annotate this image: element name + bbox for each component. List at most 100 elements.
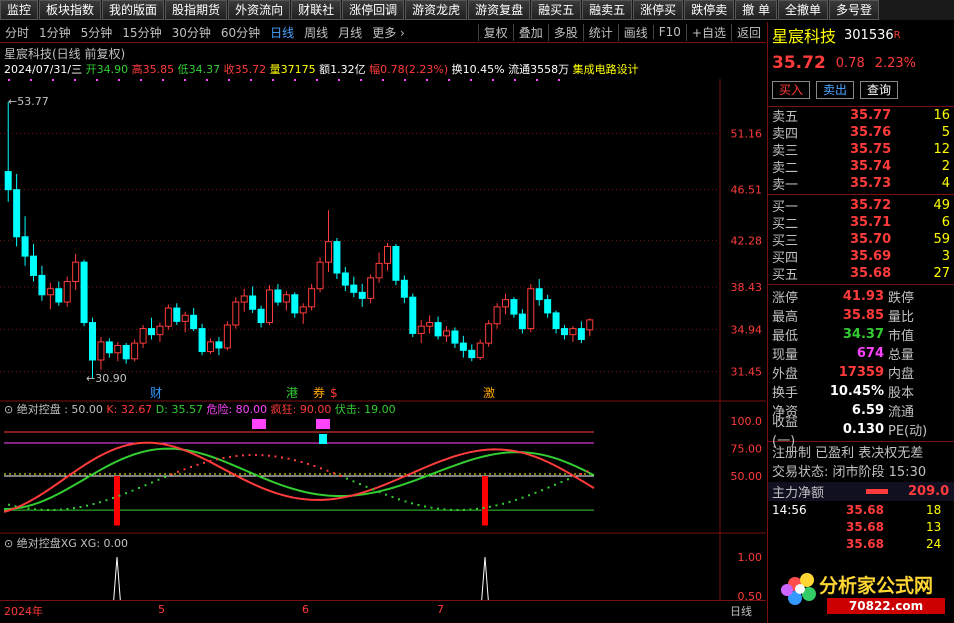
trend-dot	[437, 507, 439, 510]
period-tab-5[interactable]: 60分钟	[216, 24, 265, 41]
query-button[interactable]: 查询	[860, 81, 898, 99]
marker-dot	[558, 79, 560, 81]
stat-label-secondary: 量比	[888, 310, 915, 325]
turnover-value: 10.45%	[462, 63, 505, 76]
marker-dot	[316, 79, 318, 81]
candle-body	[282, 294, 290, 303]
candle-body	[215, 341, 223, 349]
toolbar-button-4[interactable]: 外资流向	[228, 0, 291, 20]
toolbar-button-2[interactable]: 我的版面	[102, 0, 165, 20]
toolbar-button-9[interactable]: 融买五	[531, 0, 582, 20]
candle-body	[46, 288, 54, 296]
trend-dot	[209, 459, 212, 462]
trend-dot	[242, 454, 244, 457]
trend-dot	[495, 504, 498, 507]
trend-dot	[203, 461, 205, 464]
ask-row[interactable]: 卖四 35.76 5	[768, 124, 954, 142]
toolbar-button-8[interactable]: 游资复盘	[468, 0, 531, 20]
chart-tool-3[interactable]: 统计	[582, 23, 618, 41]
event-marker: $	[330, 386, 338, 400]
period-tab-4[interactable]: 30分钟	[167, 24, 216, 41]
trend-dot	[378, 491, 381, 494]
trend-dot	[164, 476, 166, 479]
amount-value: 1.32亿	[330, 63, 366, 76]
toolbar-button-10[interactable]: 融卖五	[582, 0, 633, 20]
toolbar-button-3[interactable]: 股指期货	[165, 0, 228, 20]
chart-tool-0[interactable]: 复权	[477, 23, 513, 41]
toolbar-button-12[interactable]: 跌停卖	[684, 0, 735, 20]
period-tab-6[interactable]: 日线	[265, 24, 299, 41]
period-tab-8[interactable]: 月线	[333, 24, 367, 41]
bid-row[interactable]: 买四 35.69 3	[768, 248, 954, 266]
chart-tool-1[interactable]: 叠加	[512, 23, 548, 41]
candle-body	[459, 342, 467, 351]
trend-dot	[196, 463, 199, 466]
ask-row[interactable]: 卖一 35.73 4	[768, 175, 954, 193]
stat-label-secondary: 内盘	[888, 367, 915, 382]
chart-tool-5[interactable]: F10	[652, 25, 686, 39]
stat-value: 41.93	[842, 289, 884, 304]
candlestick-chart[interactable]: 51.16 46.51 42.28 38.43 34.94 31.45 ←53.77 ←30.…	[0, 79, 766, 601]
marker-dot	[492, 79, 494, 81]
toolbar-button-13[interactable]: 撤 单	[735, 0, 778, 20]
event-marker: 激	[483, 386, 495, 400]
toolbar-button-5[interactable]: 财联社	[291, 0, 342, 20]
period-tab-0[interactable]: 分时	[0, 24, 34, 41]
stat-label-secondary: 总量	[888, 348, 915, 363]
stat-label-secondary: 市值	[888, 329, 915, 344]
trend-dot	[476, 507, 478, 510]
chart-tool-6[interactable]: +自选	[685, 23, 731, 41]
trend-dot	[326, 469, 329, 472]
main-flow-label: 主力净额	[772, 486, 825, 501]
bid-row[interactable]: 买五 35.68 27	[768, 265, 954, 283]
price-change-pct: 2.23%	[874, 55, 917, 71]
bid-row[interactable]: 买一 35.72 49	[768, 197, 954, 215]
toolbar-button-14[interactable]: 全撤单	[778, 0, 829, 20]
ask-price: 35.76	[850, 125, 892, 140]
main-flow-value: 209.0	[908, 484, 950, 499]
period-tab-3[interactable]: 15分钟	[117, 24, 166, 41]
ask-volume: 16	[933, 108, 950, 123]
period-tab-7[interactable]: 周线	[299, 24, 333, 41]
trend-dot	[560, 481, 563, 484]
price-tick-label: 38.43	[731, 281, 763, 294]
tick-volume: 18	[926, 502, 942, 517]
trend-dot	[573, 475, 576, 478]
tick-volume: 13	[926, 519, 942, 534]
marker-dot	[536, 79, 538, 81]
trend-dot	[404, 500, 407, 503]
marker-dot	[162, 79, 164, 81]
trend-dot	[183, 468, 186, 471]
marker-dot	[206, 79, 208, 81]
period-tab-2[interactable]: 5分钟	[76, 24, 118, 41]
candle-body	[63, 280, 71, 303]
toolbar-button-0[interactable]: 监控	[0, 0, 39, 20]
bid-row[interactable]: 买三 35.70 59	[768, 231, 954, 249]
ask-row[interactable]: 卖五 35.77 16	[768, 107, 954, 125]
marker-dot	[294, 79, 296, 81]
buy-button[interactable]: 买入	[772, 81, 810, 99]
chart-tool-7[interactable]: 返回	[730, 23, 766, 41]
chart-tool-4[interactable]: 画线	[617, 23, 653, 41]
ask-price: 35.75	[850, 142, 892, 157]
stock-code: 301536	[844, 27, 894, 43]
bid-row[interactable]: 买二 35.71 6	[768, 214, 954, 232]
toolbar-button-1[interactable]: 板块指数	[39, 0, 102, 20]
stat-label: 外盘	[772, 367, 799, 382]
ask-row[interactable]: 卖三 35.75 12	[768, 141, 954, 159]
trend-dot	[313, 465, 316, 468]
toolbar-button-7[interactable]: 游资龙虎	[405, 0, 468, 20]
max-price-label: ←53.77	[8, 95, 49, 108]
toolbar-button-15[interactable]: 多号登	[829, 0, 880, 20]
period-tab-1[interactable]: 1分钟	[34, 24, 76, 41]
period-tab-9[interactable]: 更多 ›	[367, 24, 410, 41]
toolbar-button-11[interactable]: 涨停买	[633, 0, 684, 20]
tick-volume: 24	[926, 536, 942, 551]
trend-dot	[118, 494, 121, 497]
toolbar-button-6[interactable]: 涨停回调	[342, 0, 405, 20]
ask-row[interactable]: 卖二 35.74 2	[768, 158, 954, 176]
chart-tool-2[interactable]: 多股	[547, 23, 583, 41]
order-book: 卖五 35.77 16 卖四 35.76 5 卖三 35.75 12 卖二 35.74 2 卖一 35.7…	[768, 106, 954, 285]
sell-button[interactable]: 卖出	[816, 81, 854, 99]
stat-row: 现量 674 总量	[768, 344, 954, 363]
